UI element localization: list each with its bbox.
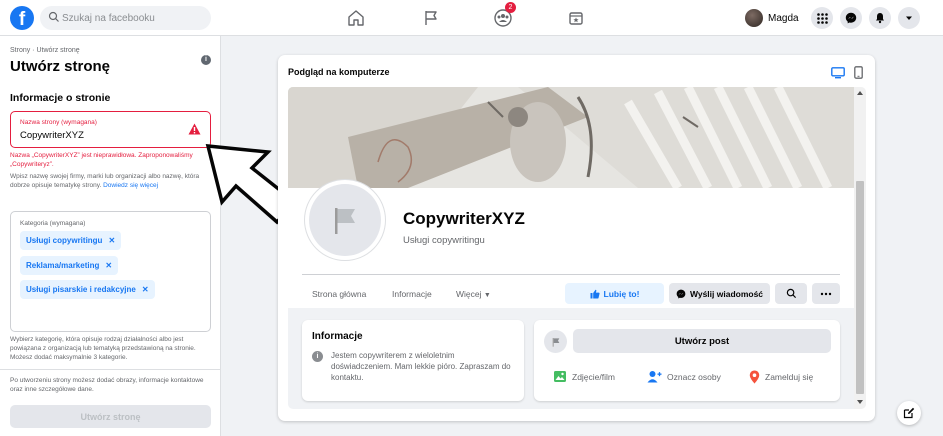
create-post-card: Utwórz post Zdjęcie/film Oznacz osoby Za…: [534, 320, 840, 401]
close-icon[interactable]: ✕: [142, 285, 149, 294]
page-preview-frame: CopywriterXYZ Usługi copywritingu Strona…: [288, 87, 866, 409]
preview-page-name: CopywriterXYZ: [403, 209, 525, 228]
facebook-logo[interactable]: f: [10, 6, 34, 30]
user-name: Magda: [768, 12, 799, 24]
create-post-button[interactable]: Utwórz post: [573, 329, 831, 353]
like-button[interactable]: Lubię to!: [565, 283, 664, 304]
breadcrumb[interactable]: Strony · Utwórz stronę: [10, 47, 80, 54]
cover-photo: [288, 87, 856, 188]
page-name-input[interactable]: CopywriterXYZ: [20, 130, 84, 141]
category-chip[interactable]: Usługi copywritingu ✕: [20, 231, 122, 250]
messenger-icon: [676, 289, 686, 298]
flag-icon[interactable]: [420, 7, 442, 29]
search-icon: [48, 11, 59, 22]
tab-about[interactable]: Informacje: [392, 289, 432, 299]
compose-icon: [903, 407, 915, 419]
mobile-icon[interactable]: [854, 66, 863, 79]
new-message-button[interactable]: [897, 401, 921, 425]
photo-video-action[interactable]: Zdjęcie/film: [553, 370, 615, 383]
search-input[interactable]: [62, 6, 207, 30]
scroll-up-icon[interactable]: [857, 91, 863, 95]
page-name-label: Nazwa strony (wymagana): [20, 119, 97, 126]
top-bar: f 2 Magda: [0, 0, 943, 36]
close-icon[interactable]: ✕: [108, 236, 115, 245]
thumbs-up-icon: [590, 289, 600, 298]
page-name-field[interactable]: Nazwa strony (wymagana) CopywriterXYZ: [10, 111, 211, 148]
about-description: Jestem copywriterem z wieloletnim doświa…: [331, 351, 511, 382]
account-button[interactable]: [898, 7, 920, 29]
about-title: Informacje: [312, 331, 363, 342]
name-error-message: Nazwa „CopywriterXYZ” jest nieprawidłowa…: [10, 152, 193, 168]
page-avatar: [544, 330, 567, 353]
flag-icon: [552, 337, 559, 347]
category-field[interactable]: Kategoria (wymagana) Usługi copywritingu…: [10, 211, 211, 332]
photo-icon: [554, 371, 566, 382]
divider: [0, 369, 220, 370]
gaming-icon[interactable]: [565, 7, 587, 29]
preview-title: Podgląd na komputerze: [288, 67, 390, 77]
name-help-text: Wpisz nazwę swojej firmy, marki lub orga…: [10, 173, 200, 189]
groups-icon[interactable]: 2: [492, 2, 516, 29]
more-options-button[interactable]: [812, 283, 840, 304]
bell-icon: [876, 13, 884, 24]
more-icon: [820, 292, 832, 295]
avatar: [745, 9, 763, 27]
warning-icon: [188, 123, 201, 135]
messenger-button[interactable]: [840, 7, 862, 29]
scroll-thumb[interactable]: [856, 181, 864, 394]
menu-button[interactable]: [811, 7, 833, 29]
category-help-text: Wybierz kategorię, która opisuje rodzaj …: [10, 336, 196, 361]
messenger-icon: [845, 12, 857, 24]
info-icon: i: [312, 351, 323, 362]
preview-scrollbar[interactable]: [854, 87, 866, 409]
profile-picture: [305, 180, 385, 260]
about-card: Informacje i Jestem copywriterem z wielo…: [302, 320, 524, 401]
caret-down-icon: ▼: [483, 292, 491, 299]
category-chip[interactable]: Reklama/marketing ✕: [20, 256, 119, 275]
notifications-button[interactable]: [869, 7, 891, 29]
scroll-down-icon[interactable]: [857, 400, 863, 404]
section-title: Informacje o stronie: [10, 92, 111, 104]
tag-people-icon: [647, 371, 662, 383]
check-in-action[interactable]: Zamelduj się: [749, 370, 813, 384]
close-icon[interactable]: ✕: [105, 261, 112, 270]
caret-down-icon: [906, 16, 912, 20]
search-icon: [786, 288, 796, 299]
tab-more[interactable]: Więcej ▼: [456, 289, 491, 299]
divider: [302, 274, 840, 275]
category-label: Kategoria (wymagana): [20, 220, 86, 227]
notification-badge: 2: [505, 2, 516, 13]
location-pin-icon: [749, 370, 760, 384]
profile-link[interactable]: Magda: [745, 8, 799, 28]
info-icon[interactable]: i: [201, 55, 211, 65]
desktop-preview-card: Podgląd na komputerze CopywriterXYZ Usłu…: [278, 55, 875, 421]
search-box[interactable]: [40, 6, 211, 30]
grid-icon: [816, 12, 828, 24]
learn-more-link[interactable]: Dowiedz się więcej: [103, 182, 158, 189]
tab-home[interactable]: Strona główna: [312, 289, 366, 299]
category-chip[interactable]: Usługi pisarskie i redakcyjne ✕: [20, 280, 155, 299]
cover-illustration: [288, 87, 856, 188]
page-title: Utwórz stronę: [10, 58, 111, 75]
tag-people-action[interactable]: Oznacz osoby: [647, 370, 721, 383]
desktop-icon[interactable]: [831, 67, 845, 79]
flag-icon: [335, 208, 355, 234]
send-message-button[interactable]: Wyślij wiadomość: [669, 283, 770, 304]
create-page-panel: Strony · Utwórz stronę Utwórz stronę i I…: [0, 36, 221, 436]
page-search-button[interactable]: [775, 283, 807, 304]
after-create-text: Po utworzeniu strony możesz dodać obrazy…: [10, 377, 204, 393]
preview-page-category: Usługi copywritingu: [403, 235, 485, 246]
home-icon[interactable]: [345, 7, 367, 29]
create-page-button[interactable]: Utwórz stronę: [10, 405, 211, 428]
